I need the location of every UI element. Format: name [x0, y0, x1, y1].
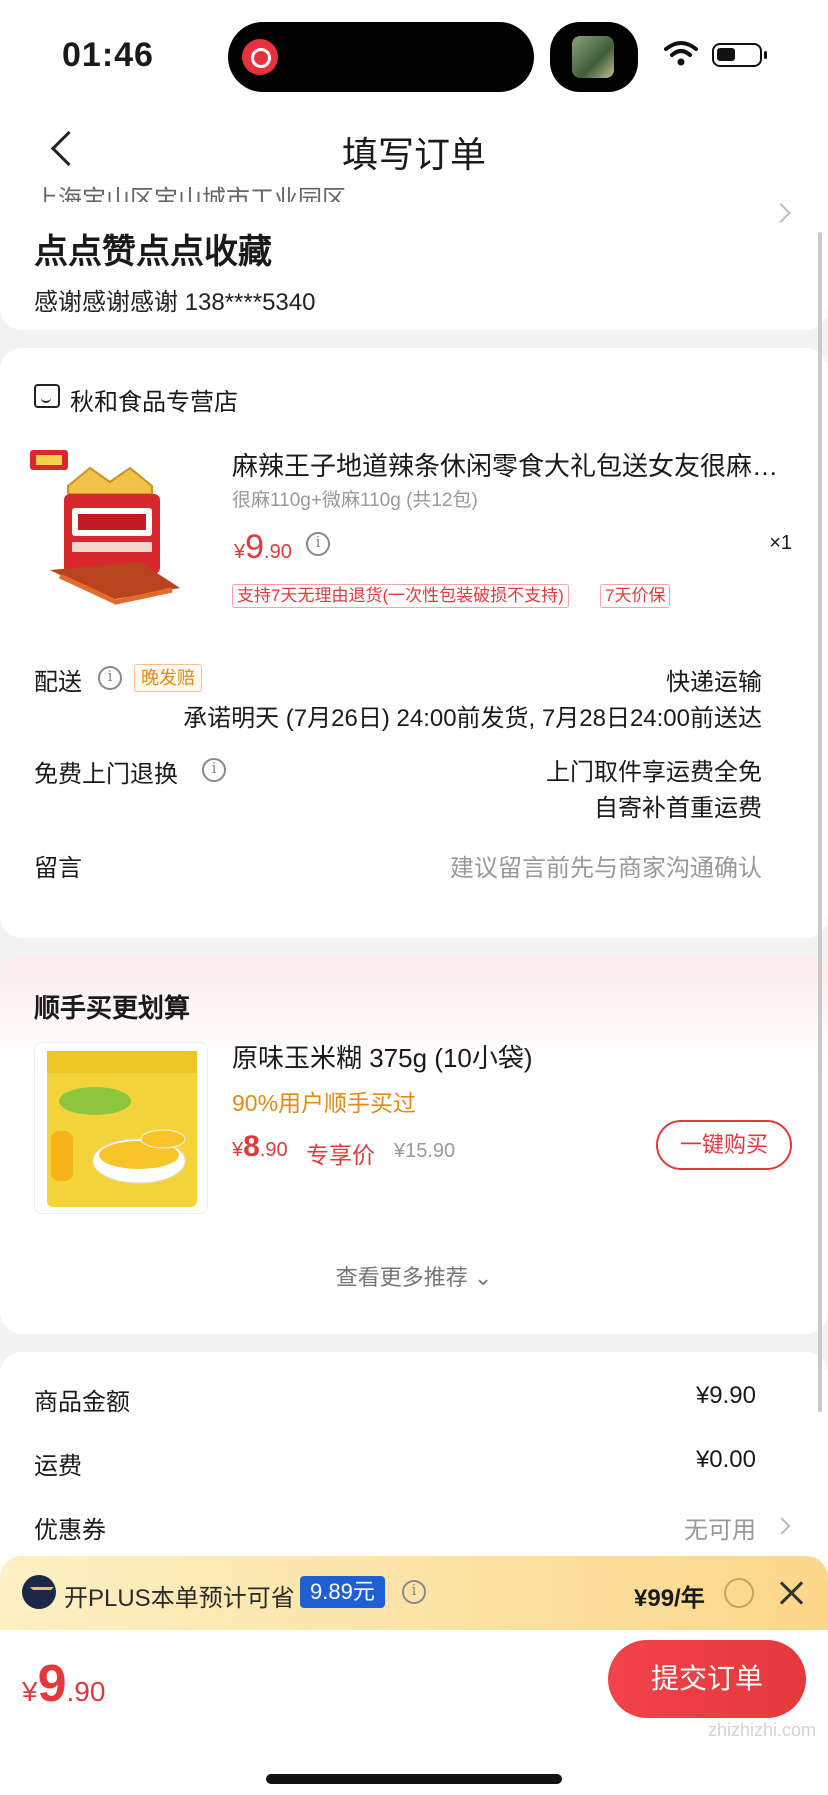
price-symbol: ¥ [232, 1139, 244, 1161]
price-symbol: ¥ [234, 541, 246, 563]
price-integer: 9 [245, 528, 265, 566]
return-label: 免费上门退换 [34, 761, 178, 788]
original-price: ¥15.90 [394, 1140, 456, 1162]
goods-amount-value: ¥9.90 [695, 1382, 756, 1409]
recommend-card: 顺手买更划算 原味玉米糊 375g (10小袋) 90%用户顺手买过 ¥8.90… [0, 956, 828, 1334]
price-protect-tag: 7天价保 [600, 584, 671, 608]
price-decimal: .90 [66, 1676, 106, 1707]
return-info-icon[interactable] [202, 758, 226, 782]
nav-bar: 填写订单 [0, 110, 828, 190]
chevron-right-icon [773, 1517, 791, 1535]
wifi-icon [664, 41, 698, 66]
address-detail: 点点赞点点收藏 [34, 233, 272, 271]
one-click-buy-button[interactable]: 一键购买 [656, 1120, 792, 1170]
total-price: ¥9.90 [22, 1654, 105, 1714]
more-recommend-link[interactable]: 查看更多推荐 ⌄ [0, 1260, 828, 1292]
address-contact: 感谢感谢感谢 138****5340 [34, 289, 316, 316]
order-card: 秋和食品专营店 麻辣王子地道辣条休闲零食大礼包送女友很麻很... 很麻110g+… [0, 348, 828, 938]
corn-paste-image [47, 1051, 197, 1207]
goods-amount-label: 商品金额 [34, 1389, 130, 1416]
return-line2: 自寄补首重运费 [594, 795, 762, 822]
media-thumbnail-icon [572, 36, 614, 78]
product-spec[interactable]: 很麻110g+微麻110g (共12包) [232, 485, 478, 512]
delivery-method[interactable]: 快递运输 [666, 662, 762, 697]
plus-fee: ¥99/年 [634, 1585, 705, 1612]
plus-membership-bar[interactable]: 开PLUS本单预计可省 9.89元 ¥99/年 [0, 1556, 828, 1630]
product-quantity: ×1 [769, 532, 792, 554]
music-app-icon [242, 39, 278, 75]
price-integer: 8 [243, 1130, 260, 1163]
recommend-buyers-text: 90%用户顺手买过 [232, 1090, 417, 1116]
address-region: 上海宝山区宝山城市工业园区 [34, 186, 346, 202]
battery-icon [712, 43, 767, 67]
chevron-right-icon [771, 203, 791, 223]
shipping-fee-value: ¥0.00 [695, 1446, 756, 1473]
coupon-value[interactable]: 无可用 [684, 1510, 756, 1545]
plus-crown-icon [22, 1575, 56, 1609]
shipping-fee-label: 运费 [34, 1453, 82, 1480]
close-icon[interactable] [776, 1578, 806, 1608]
recommend-product-name[interactable]: 原味玉米糊 375g (10小袋) [232, 1038, 533, 1075]
product-price: ¥9.90 [234, 528, 292, 567]
price-decimal: .90 [259, 1139, 288, 1161]
address-card[interactable]: 上海宝山区宝山城市工业园区 点点赞点点收藏 感谢感谢感谢 138****5340 [0, 186, 828, 330]
delivery-label: 配送 [34, 669, 82, 696]
dynamic-island[interactable] [228, 22, 534, 92]
late-compensation-tag[interactable]: 晚发赔 [134, 664, 202, 692]
message-label: 留言 [34, 855, 82, 882]
bottom-bar: ¥9.90 提交订单 zhizhizhi.com [0, 1630, 828, 1795]
recommend-product-image[interactable] [34, 1042, 208, 1214]
store-icon [34, 384, 60, 408]
price-integer: 9 [37, 1655, 67, 1713]
price-decimal: .90 [264, 541, 292, 563]
status-bar: 01:46 [0, 0, 828, 110]
status-time: 01:46 [62, 36, 154, 74]
scrollbar[interactable] [818, 232, 822, 1412]
delivery-info-icon[interactable] [98, 666, 122, 690]
recommend-title: 顺手买更划算 [34, 993, 191, 1023]
watermark: zhizhizhi.com [707, 1720, 816, 1740]
plus-info-icon[interactable] [402, 1580, 426, 1604]
plus-select-radio[interactable] [724, 1578, 754, 1608]
dynamic-island-thumbnail[interactable] [550, 22, 638, 92]
plus-savings-amount: 9.89元 [300, 1576, 385, 1608]
store-name[interactable]: 秋和食品专营店 [70, 382, 238, 417]
return-policy-tag: 支持7天无理由退货(一次性包装破损不支持) [232, 584, 569, 608]
recommend-price: ¥8.90 [232, 1130, 288, 1164]
product-image[interactable] [30, 450, 190, 606]
page-title: 填写订单 [341, 134, 486, 175]
price-symbol: ¥ [22, 1676, 38, 1707]
plus-savings-text: 开PLUS本单预计可省 [64, 1585, 295, 1612]
product-name[interactable]: 麻辣王子地道辣条休闲零食大礼包送女友很麻很... [232, 446, 792, 483]
submit-order-button[interactable]: 提交订单 [608, 1640, 806, 1718]
message-input[interactable]: 建议留言前先与商家沟通确认 [450, 848, 762, 883]
home-indicator[interactable] [266, 1774, 562, 1784]
special-price-label: 专享价 [306, 1142, 375, 1168]
delivery-promise: 承诺明天 (7月26日) 24:00前发货, 7月28日24:00前送达 [183, 705, 762, 732]
return-line1: 上门取件享运费全免 [546, 759, 762, 786]
coupon-label: 优惠券 [34, 1517, 106, 1544]
price-info-icon[interactable] [306, 532, 330, 556]
